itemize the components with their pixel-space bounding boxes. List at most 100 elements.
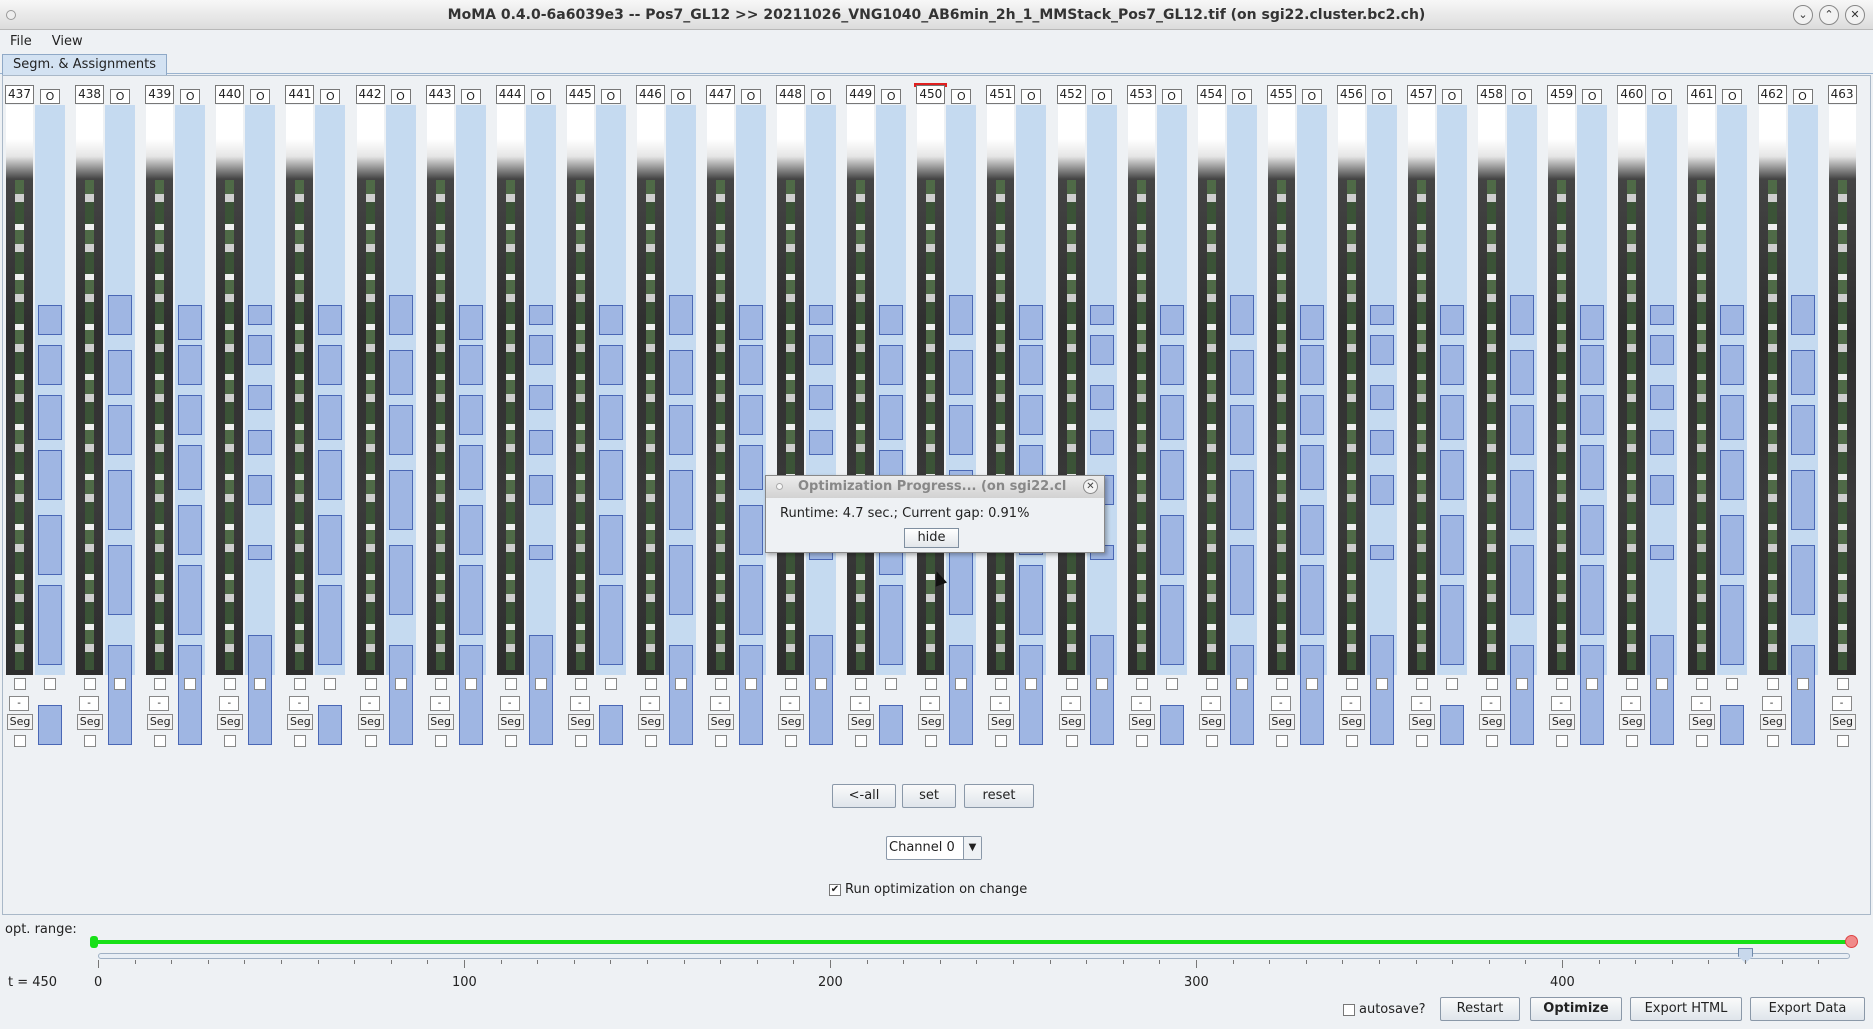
export-data-button[interactable]: Export Data: [1750, 997, 1865, 1021]
frame-minus-button[interactable]: -: [9, 696, 29, 711]
frame-checkbox[interactable]: [434, 678, 447, 690]
segment-assignment[interactable]: [1369, 635, 1394, 745]
segment-assignment[interactable]: [388, 405, 413, 455]
frame-checkbox-bottom[interactable]: [1556, 735, 1569, 747]
segment-assignment[interactable]: [248, 545, 273, 560]
segment-assignment[interactable]: [1510, 545, 1535, 615]
segment-assignment[interactable]: [739, 445, 763, 490]
assignment-checkbox[interactable]: [1516, 678, 1529, 690]
seg-button[interactable]: Seg: [1549, 714, 1576, 730]
frame-minus-button[interactable]: -: [639, 696, 660, 711]
assignment-checkbox[interactable]: [1235, 678, 1248, 690]
seg-button[interactable]: Seg: [1268, 714, 1295, 730]
optimize-button[interactable]: Optimize: [1530, 997, 1622, 1021]
frame-checkbox-bottom[interactable]: [1836, 735, 1849, 747]
assignment-checkbox[interactable]: [1025, 678, 1038, 690]
segment-assignment[interactable]: [248, 335, 273, 365]
segment-assignment[interactable]: [38, 705, 62, 745]
assignment-checkbox[interactable]: [1305, 678, 1318, 690]
segment-assignment[interactable]: [458, 395, 483, 435]
seg-button[interactable]: Seg: [1829, 714, 1856, 730]
segment-assignment[interactable]: [1720, 345, 1745, 385]
segment-assignment[interactable]: [1229, 470, 1254, 530]
segment-assignment[interactable]: [1790, 405, 1815, 455]
frame-minus-button[interactable]: -: [1340, 696, 1361, 711]
segment-assignment[interactable]: [949, 545, 974, 615]
segment-assignment[interactable]: [879, 395, 904, 440]
segment-assignment[interactable]: [1790, 470, 1815, 530]
assignment-checkbox[interactable]: [815, 678, 828, 690]
assignment-checkbox[interactable]: [1726, 678, 1739, 690]
segment-assignment[interactable]: [528, 475, 553, 505]
channel-select[interactable]: Channel 0 ▼: [886, 836, 982, 860]
segment-assignment[interactable]: [458, 645, 483, 745]
close-window-button[interactable]: ✕: [1845, 5, 1865, 25]
segment-assignment[interactable]: [879, 585, 904, 665]
frame-checkbox-bottom[interactable]: [644, 735, 657, 747]
segment-assignment[interactable]: [1159, 705, 1184, 745]
hide-button[interactable]: hide: [904, 528, 959, 548]
frame-checkbox-bottom[interactable]: [504, 735, 517, 747]
frame-checkbox-bottom[interactable]: [84, 735, 97, 747]
segment-assignment[interactable]: [1720, 305, 1745, 335]
segment-assignment[interactable]: [178, 395, 203, 435]
frame-checkbox-bottom[interactable]: [1766, 735, 1779, 747]
segment-assignment[interactable]: [1790, 350, 1815, 395]
segment-assignment[interactable]: [809, 305, 834, 325]
segment-assignment[interactable]: [598, 395, 623, 440]
segment-assignment[interactable]: [739, 645, 763, 745]
seg-button[interactable]: Seg: [778, 714, 805, 730]
frame-checkbox-bottom[interactable]: [574, 735, 587, 747]
run-optimization-toggle[interactable]: ✔ Run optimization on change: [829, 882, 1027, 897]
frame-checkbox[interactable]: [84, 678, 97, 690]
dialog-menu-icon[interactable]: [776, 483, 783, 490]
frame-minus-button[interactable]: -: [429, 696, 450, 711]
frame-checkbox[interactable]: [1205, 678, 1218, 690]
assignment-checkbox[interactable]: [114, 678, 127, 690]
frame-checkbox-bottom[interactable]: [1275, 735, 1288, 747]
frame-checkbox[interactable]: [1766, 678, 1779, 690]
segment-assignment[interactable]: [598, 705, 623, 745]
segment-assignment[interactable]: [1019, 305, 1044, 340]
segment-assignment[interactable]: [1369, 305, 1394, 325]
frame-minus-button[interactable]: -: [219, 696, 240, 711]
menu-file[interactable]: File: [10, 34, 32, 49]
frame-checkbox-bottom[interactable]: [855, 735, 868, 747]
segment-assignment[interactable]: [318, 585, 343, 665]
seg-button[interactable]: Seg: [357, 714, 384, 730]
segment-assignment[interactable]: [809, 385, 834, 410]
segment-assignment[interactable]: [949, 350, 974, 395]
frame-checkbox-bottom[interactable]: [1205, 735, 1218, 747]
segment-assignment[interactable]: [598, 515, 623, 575]
assignment-checkbox[interactable]: [1796, 678, 1809, 690]
segment-assignment[interactable]: [1299, 305, 1324, 340]
segment-assignment[interactable]: [1369, 475, 1394, 505]
frame-checkbox[interactable]: [224, 678, 237, 690]
segment-assignment[interactable]: [1019, 565, 1044, 635]
segment-assignment[interactable]: [809, 430, 834, 455]
segment-assignment[interactable]: [528, 635, 553, 745]
segment-assignment[interactable]: [458, 345, 483, 385]
segment-assignment[interactable]: [1510, 350, 1535, 395]
seg-button[interactable]: Seg: [287, 714, 314, 730]
segment-assignment[interactable]: [1440, 450, 1464, 500]
frame-minus-button[interactable]: -: [569, 696, 590, 711]
frame-minus-button[interactable]: -: [780, 696, 801, 711]
segment-assignment[interactable]: [318, 395, 343, 440]
segment-assignment[interactable]: [248, 475, 273, 505]
segment-assignment[interactable]: [739, 395, 763, 435]
frame-minus-button[interactable]: -: [1270, 696, 1291, 711]
segment-assignment[interactable]: [1159, 395, 1184, 440]
frame-checkbox-bottom[interactable]: [925, 735, 938, 747]
frame-checkbox[interactable]: [995, 678, 1008, 690]
export-html-button[interactable]: Export HTML: [1630, 997, 1742, 1021]
time-slider-track[interactable]: [98, 953, 1850, 959]
frame-checkbox[interactable]: [1065, 678, 1078, 690]
segment-assignment[interactable]: [668, 295, 693, 335]
seg-button[interactable]: Seg: [988, 714, 1015, 730]
segment-assignment[interactable]: [318, 515, 343, 575]
frame-checkbox[interactable]: [1486, 678, 1499, 690]
segment-assignment[interactable]: [318, 450, 343, 500]
segment-assignment[interactable]: [528, 305, 553, 325]
segment-assignment[interactable]: [178, 305, 203, 340]
